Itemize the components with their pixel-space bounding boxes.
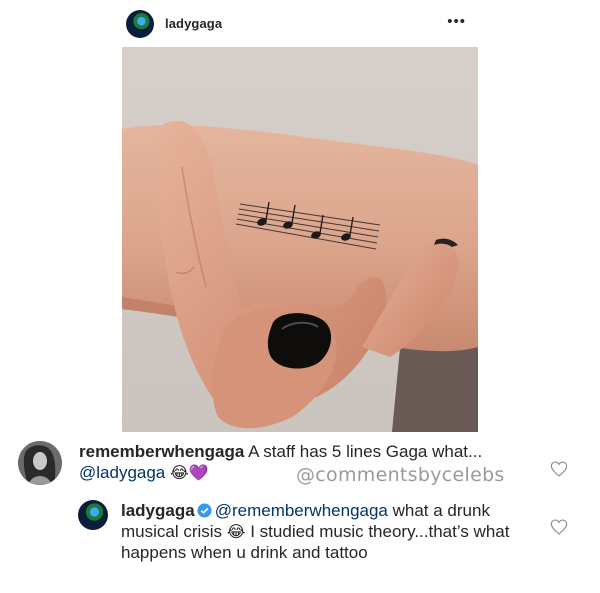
verified-badge-icon	[197, 503, 212, 518]
mention-link[interactable]: @ladygaga	[79, 463, 165, 482]
laughing-crying-emoji: 😂	[226, 522, 246, 541]
reply-avatar[interactable]	[78, 500, 108, 530]
reply-text: ladygaga @rememberwhengaga what a drunk m…	[121, 500, 521, 563]
post-author-avatar[interactable]	[126, 9, 154, 38]
laughing-crying-and-purple-heart-emoji: 😂💜	[170, 463, 209, 482]
post-photo	[122, 47, 478, 432]
commenter-avatar[interactable]	[18, 441, 62, 490]
reply-username[interactable]: ladygaga	[121, 501, 195, 520]
post-header: ladygaga •••	[122, 0, 478, 47]
post-author-username[interactable]: ladygaga	[165, 16, 222, 31]
more-options-icon[interactable]: •••	[447, 14, 466, 29]
watermark-text: @commentsbycelebs	[296, 464, 505, 486]
comment-username[interactable]: rememberwhengaga	[79, 442, 244, 461]
reply-mention-link[interactable]: @rememberwhengaga	[215, 501, 388, 520]
heart-icon[interactable]	[550, 519, 568, 535]
forearm-tattoo-photo	[122, 47, 478, 432]
comment-message: A staff has 5 lines Gaga what...	[248, 442, 483, 461]
heart-icon[interactable]	[550, 461, 568, 477]
